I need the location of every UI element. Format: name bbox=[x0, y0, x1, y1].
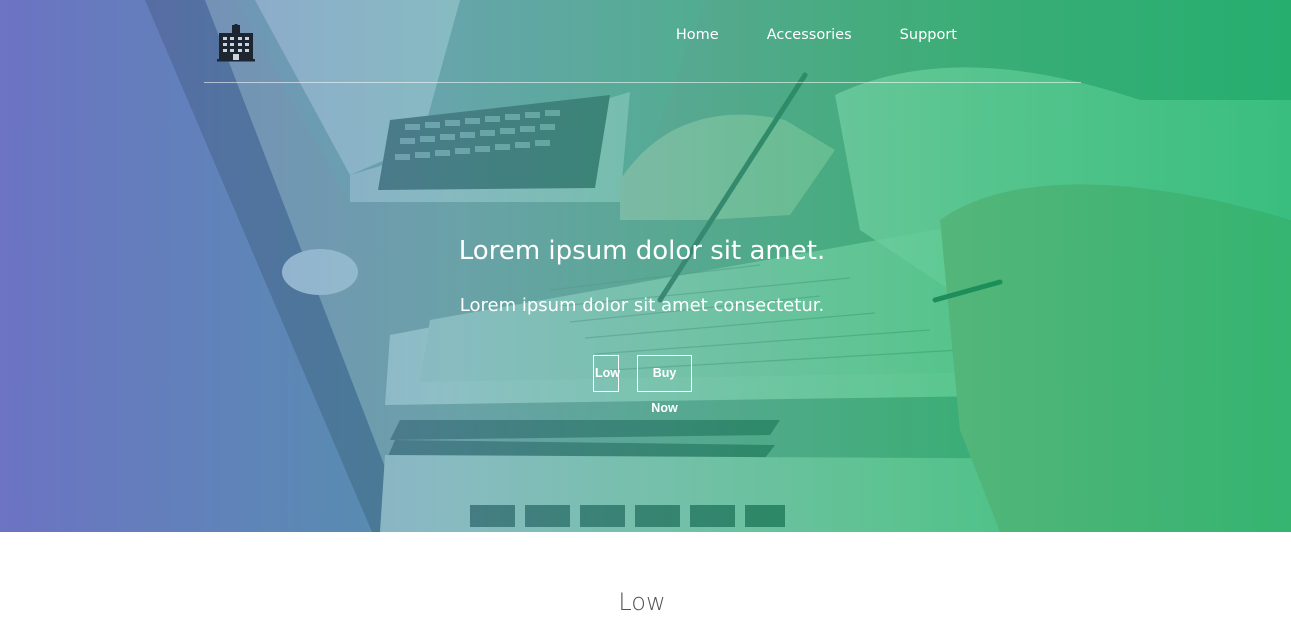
hero-subtitle: Lorem ipsum dolor sit amet consectetur. bbox=[459, 295, 825, 316]
hero-title: Lorem ipsum dolor sit amet. bbox=[458, 236, 826, 266]
office-building-icon[interactable] bbox=[216, 23, 256, 63]
nav-home-link[interactable]: Home bbox=[676, 27, 719, 43]
hero-button-row: Low Buy Now bbox=[593, 355, 692, 415]
section-title: Low bbox=[618, 588, 666, 616]
hero-banner: Home Accessories Support Lorem ipsum dol… bbox=[0, 0, 1291, 532]
top-navigation-bar: Home Accessories Support bbox=[204, 0, 1081, 83]
low-button[interactable]: Low bbox=[593, 355, 620, 392]
nav-support-link[interactable]: Support bbox=[900, 27, 957, 43]
main-nav: Home Accessories Support bbox=[676, 27, 957, 43]
nav-accessories-link[interactable]: Accessories bbox=[767, 27, 852, 43]
buy-now-button[interactable]: Buy Now bbox=[637, 355, 692, 415]
